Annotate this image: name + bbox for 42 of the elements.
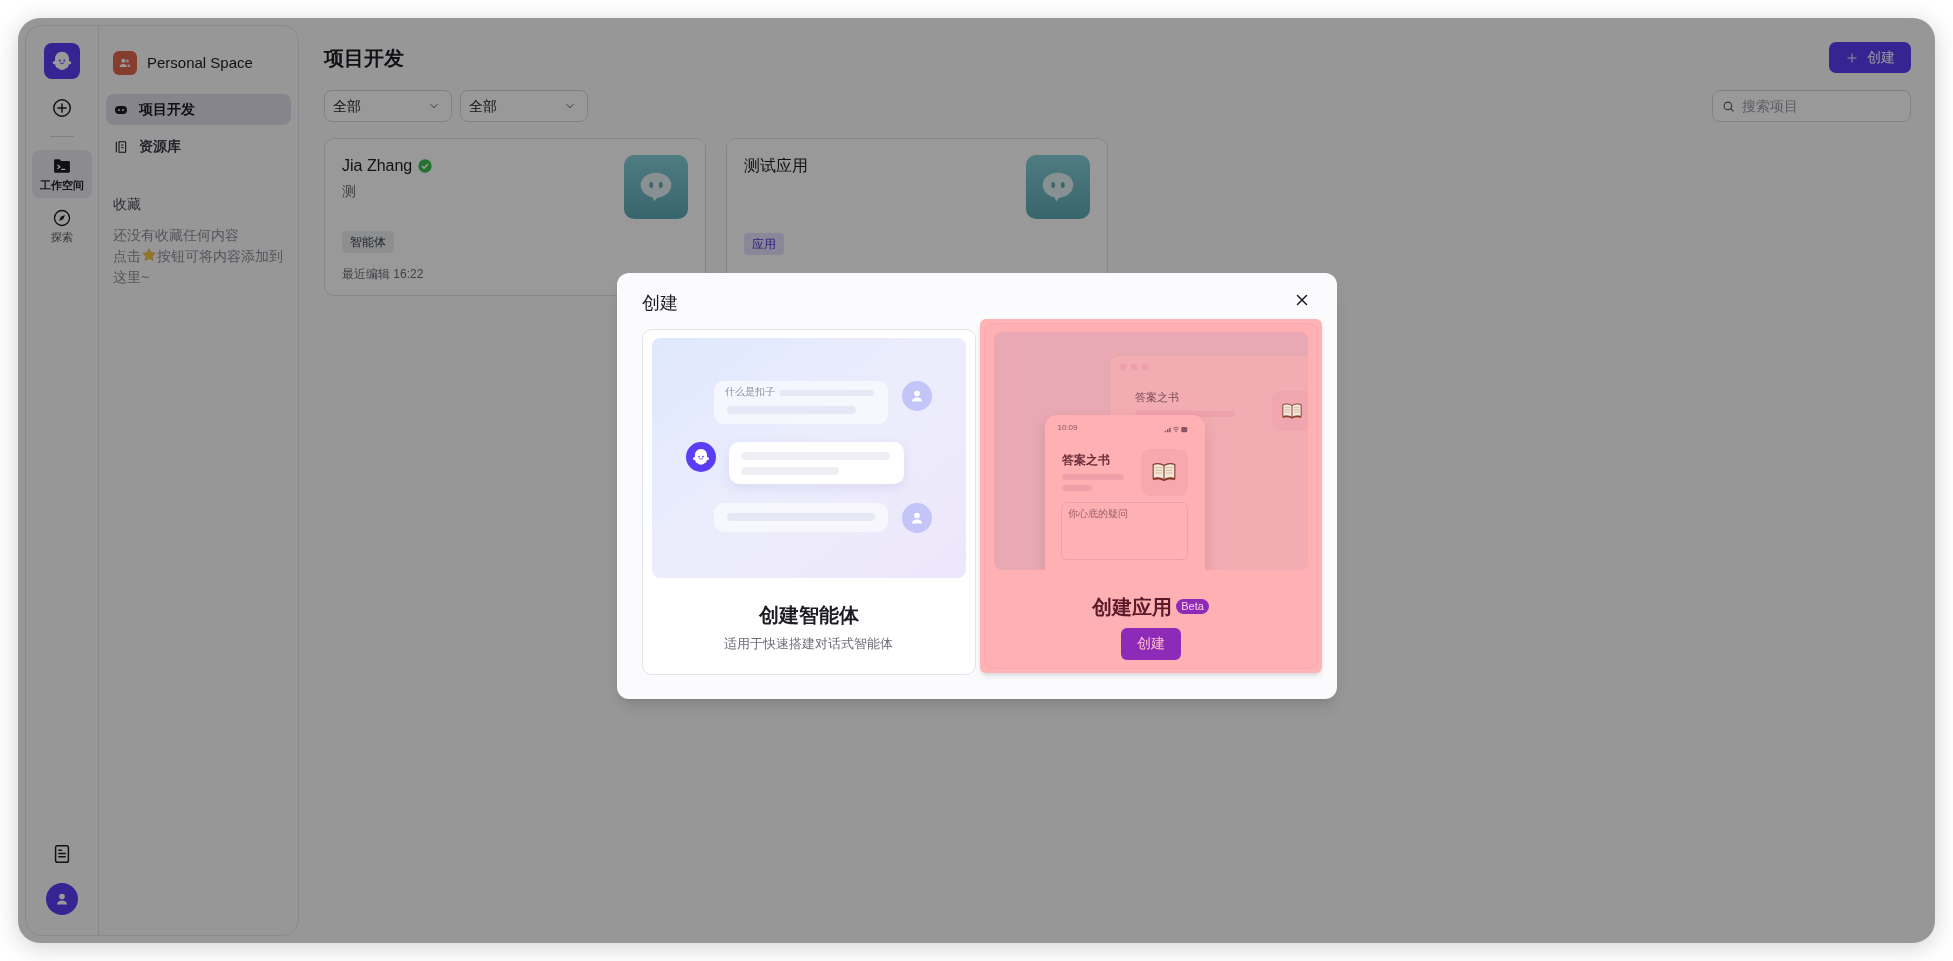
type-tag: 智能体 xyxy=(342,231,394,253)
space-avatar[interactable] xyxy=(113,51,137,75)
option-title: 创建应用 xyxy=(1092,594,1173,620)
filter-dropdown[interactable]: 全部 xyxy=(324,90,452,122)
app-title: 答案之书 xyxy=(1061,451,1110,469)
option-card[interactable]: 什么是扣子 创建智能体 适用于快速搭建对话式智能体 xyxy=(641,328,976,675)
terminal-folder-icon xyxy=(52,156,72,176)
project-description: 测 xyxy=(342,182,357,201)
create-button[interactable]: 创建 xyxy=(1120,627,1181,660)
rail-nav-item[interactable]: 工作空间 xyxy=(32,150,92,198)
type-tag: 应用 xyxy=(744,233,784,255)
verified-icon xyxy=(417,158,434,174)
app-title: 答案之书 xyxy=(1134,389,1179,405)
search-field[interactable]: 搜索项目 xyxy=(1712,90,1911,122)
app-logo[interactable] xyxy=(44,43,80,79)
sidebar-nav-item[interactable]: 项目开发 xyxy=(106,94,291,125)
compass-icon xyxy=(52,208,72,228)
add-icon[interactable] xyxy=(51,97,73,119)
project-name: 测试应用 xyxy=(744,156,808,176)
edited-time: 最近编辑 16:22 xyxy=(342,266,425,283)
option-card[interactable]: 答案之书 10:09 答案之书 你心底的疑问 创建应用 Beta 创建 xyxy=(983,322,1318,669)
input-placeholder: 你心底的疑问 xyxy=(1067,506,1128,521)
search-icon xyxy=(1721,99,1736,114)
option-description: 适用于快速搭建对话式智能体 xyxy=(724,634,893,653)
sidebar-nav-item[interactable]: 资源库 xyxy=(106,131,291,162)
option-title: 创建智能体 xyxy=(758,602,859,628)
empty-message: 还没有收藏任何内容 xyxy=(112,226,240,245)
star-icon xyxy=(141,247,157,263)
user-avatar[interactable] xyxy=(46,883,78,915)
beta-badge: Beta xyxy=(1176,599,1209,615)
status-time: 10:09 xyxy=(1057,421,1078,434)
plus-icon xyxy=(1845,50,1859,65)
section-heading: 收藏 xyxy=(112,195,142,214)
message-text: 什么是扣子 xyxy=(724,384,775,399)
empty-hint: 点击 按钮可将内容添加到这里~ xyxy=(112,246,284,287)
page-title: 项目开发 xyxy=(324,45,404,71)
project-name: Jia Zhang xyxy=(342,156,413,176)
space-name[interactable]: Personal Space xyxy=(147,51,253,75)
create-button[interactable]: 创建 xyxy=(1829,42,1911,73)
filter-dropdown[interactable]: 全部 xyxy=(460,90,588,122)
library-icon xyxy=(113,138,129,155)
rail-nav-item[interactable]: 探索 xyxy=(32,202,92,250)
